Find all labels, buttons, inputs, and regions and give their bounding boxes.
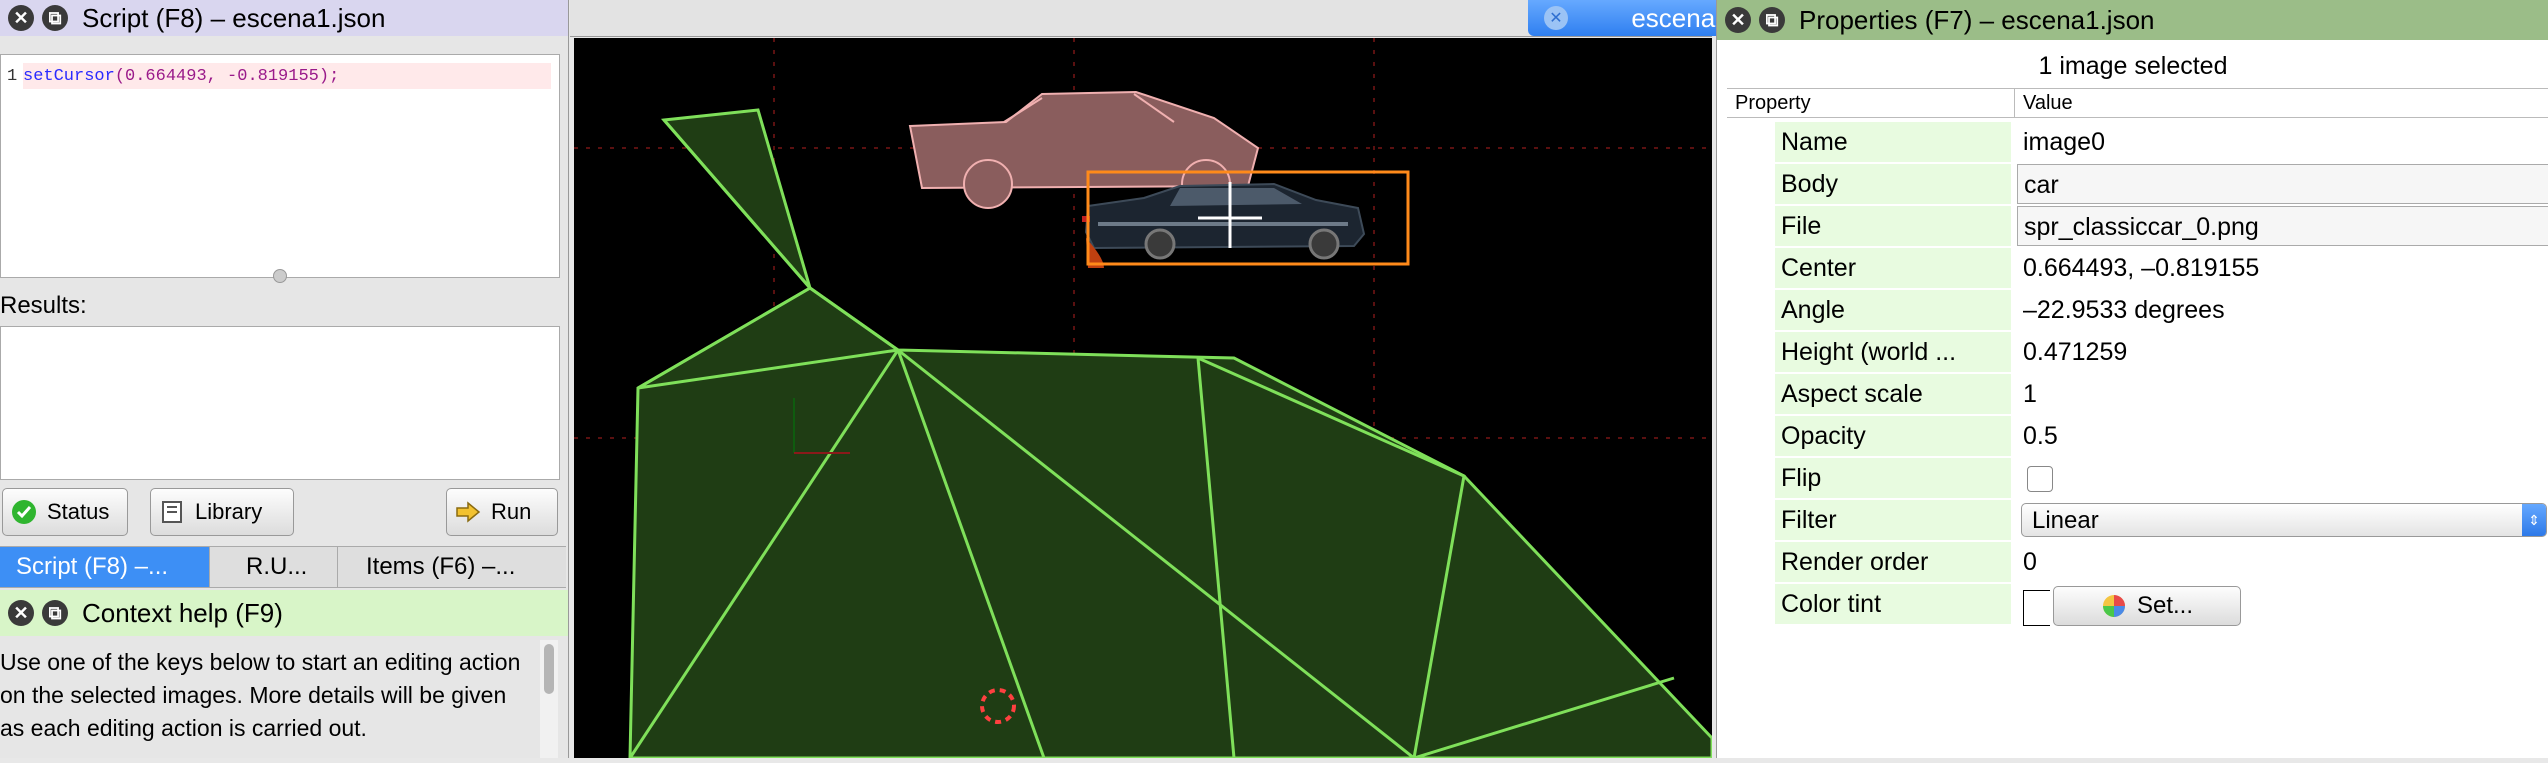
property-row-flip[interactable]: Flip	[1727, 458, 2548, 500]
property-name: Height (world ...	[1775, 332, 2011, 372]
run-button[interactable]: Run	[446, 488, 558, 536]
property-value[interactable]: 1	[2017, 374, 2548, 414]
property-row-opacity[interactable]: Opacity 0.5	[1727, 416, 2548, 458]
selected-car-image[interactable]	[1082, 182, 1366, 268]
context-help-titlebar: ✕ ⧉ Context help (F9)	[0, 590, 568, 636]
header-property: Property	[1735, 92, 1811, 114]
property-name: Render order	[1775, 542, 2011, 582]
selection-count: 1 image selected	[2038, 52, 2228, 80]
scrollbar-thumb[interactable]	[544, 644, 554, 694]
float-panel-icon[interactable]: ⧉	[42, 5, 68, 31]
float-panel-icon[interactable]: ⧉	[42, 600, 68, 626]
script-panel-title: Script (F8) – escena1.json	[82, 2, 386, 33]
property-row-aspect-scale[interactable]: Aspect scale 1	[1727, 374, 2548, 416]
run-arrow-icon	[456, 501, 481, 523]
property-name: Filter	[1775, 500, 2011, 540]
results-output	[0, 326, 560, 480]
results-label: Results:	[0, 292, 87, 319]
tab-ru[interactable]: R.U...	[210, 547, 338, 587]
library-button-label: Library	[195, 499, 263, 524]
property-name: Name	[1775, 122, 2011, 162]
close-tab-icon[interactable]: ✕	[1544, 6, 1568, 30]
property-value[interactable]: –22.9533 degrees	[2017, 290, 2548, 330]
color-swatch	[2023, 590, 2050, 626]
property-row-filter[interactable]: Filter Linear ⇕	[1727, 500, 2548, 542]
tab-script[interactable]: Script (F8) –...	[0, 547, 210, 587]
document-tab-bar: ✕ escena1.json*	[570, 0, 1898, 37]
tab-script-label: Script (F8) –...	[16, 553, 169, 580]
tab-items-label: Items (F6) –...	[366, 553, 516, 580]
tab-items[interactable]: Items (F6) –...	[338, 547, 564, 587]
book-icon	[162, 501, 182, 523]
property-name: Opacity	[1775, 416, 2011, 456]
color-picker-icon	[2102, 595, 2125, 617]
property-row-render-order[interactable]: Render order 0	[1727, 542, 2548, 584]
file-field[interactable]: spr_classiccar_0.png	[2017, 206, 2548, 246]
property-row-height[interactable]: Height (world ... 0.471259	[1727, 332, 2548, 374]
property-row-center[interactable]: Center 0.664493, –0.819155	[1727, 248, 2548, 290]
properties-titlebar: ✕ ⧉ Properties (F7) – escena1.json	[1717, 0, 2548, 40]
property-value[interactable]: image0	[2017, 122, 2548, 162]
run-button-label: Run	[491, 499, 532, 524]
property-value: Linear ⇕	[2017, 500, 2548, 540]
scene-drawing[interactable]	[574, 38, 1714, 760]
header-value: Value	[2023, 92, 2073, 114]
context-help-title: Context help (F9)	[82, 597, 283, 628]
check-circle-icon	[12, 500, 36, 524]
context-help-text: Use one of the keys below to start an ed…	[0, 649, 521, 741]
context-help-scrollbar[interactable]	[540, 640, 558, 758]
body-field[interactable]: car	[2017, 164, 2548, 204]
status-button[interactable]: Status	[2, 488, 128, 536]
script-panel: ✕ ⧉ Script (F8) – escena1.json 1 setCurs…	[0, 0, 569, 758]
property-row-angle[interactable]: Angle –22.9533 degrees	[1727, 290, 2548, 332]
properties-title: Properties (F7) – escena1.json	[1799, 4, 2155, 35]
script-panel-titlebar: ✕ ⧉ Script (F8) – escena1.json	[0, 0, 568, 36]
property-name: Aspect scale	[1775, 374, 2011, 414]
property-value[interactable]: 0	[2017, 542, 2548, 582]
property-row-name[interactable]: Name image0	[1727, 122, 2548, 164]
left-tab-bar: Script (F8) –... R.U... Items (F6) –...	[0, 546, 566, 588]
close-icon[interactable]: ✕	[1725, 7, 1751, 33]
property-value	[2017, 458, 2548, 498]
set-color-button[interactable]: Set...	[2053, 586, 2241, 626]
library-button[interactable]: Library	[150, 488, 294, 536]
property-value[interactable]: 0.5	[2017, 416, 2548, 456]
property-row-file[interactable]: File spr_classiccar_0.png	[1727, 206, 2548, 248]
close-icon[interactable]: ✕	[8, 600, 34, 626]
property-name: Color tint	[1775, 584, 2011, 624]
property-name: Body	[1775, 164, 2011, 204]
filter-select[interactable]: Linear ⇕	[2021, 503, 2547, 537]
property-name: Center	[1775, 248, 2011, 288]
script-editor[interactable]: 1 setCursor(0.664493, -0.819155);	[0, 54, 560, 283]
filter-selected-value: Linear	[2032, 507, 2099, 534]
property-value[interactable]: 0.471259	[2017, 332, 2548, 372]
property-row-body[interactable]: Body car	[1727, 164, 2548, 206]
splitter-handle[interactable]	[273, 269, 287, 283]
flip-checkbox[interactable]	[2027, 466, 2053, 492]
scene-canvas[interactable]	[574, 38, 1714, 760]
property-value: Set...	[2017, 584, 2548, 626]
properties-panel: ✕ ⧉ Properties (F7) – escena1.json 1 ima…	[1716, 0, 2548, 758]
close-icon[interactable]: ✕	[8, 5, 34, 31]
code-line[interactable]: 1 setCursor(0.664493, -0.819155);	[1, 63, 559, 89]
dropdown-arrows-icon: ⇕	[2522, 504, 2546, 536]
set-color-label: Set...	[2136, 592, 2194, 619]
line-number: 1	[7, 67, 18, 86]
properties-header: Property Value	[1727, 88, 2548, 118]
float-panel-icon[interactable]: ⧉	[1759, 7, 1785, 33]
property-row-color-tint[interactable]: Color tint Set...	[1727, 584, 2548, 626]
property-value[interactable]: 0.664493, –0.819155	[2017, 248, 2548, 288]
property-name: Flip	[1775, 458, 2011, 498]
status-button-label: Status	[47, 499, 110, 524]
property-name: File	[1775, 206, 2011, 246]
property-name: Angle	[1775, 290, 2011, 330]
code-args: (0.664493, -0.819155);	[114, 67, 340, 86]
tab-ru-label: R.U...	[246, 553, 308, 580]
code-function: setCursor	[23, 67, 115, 86]
